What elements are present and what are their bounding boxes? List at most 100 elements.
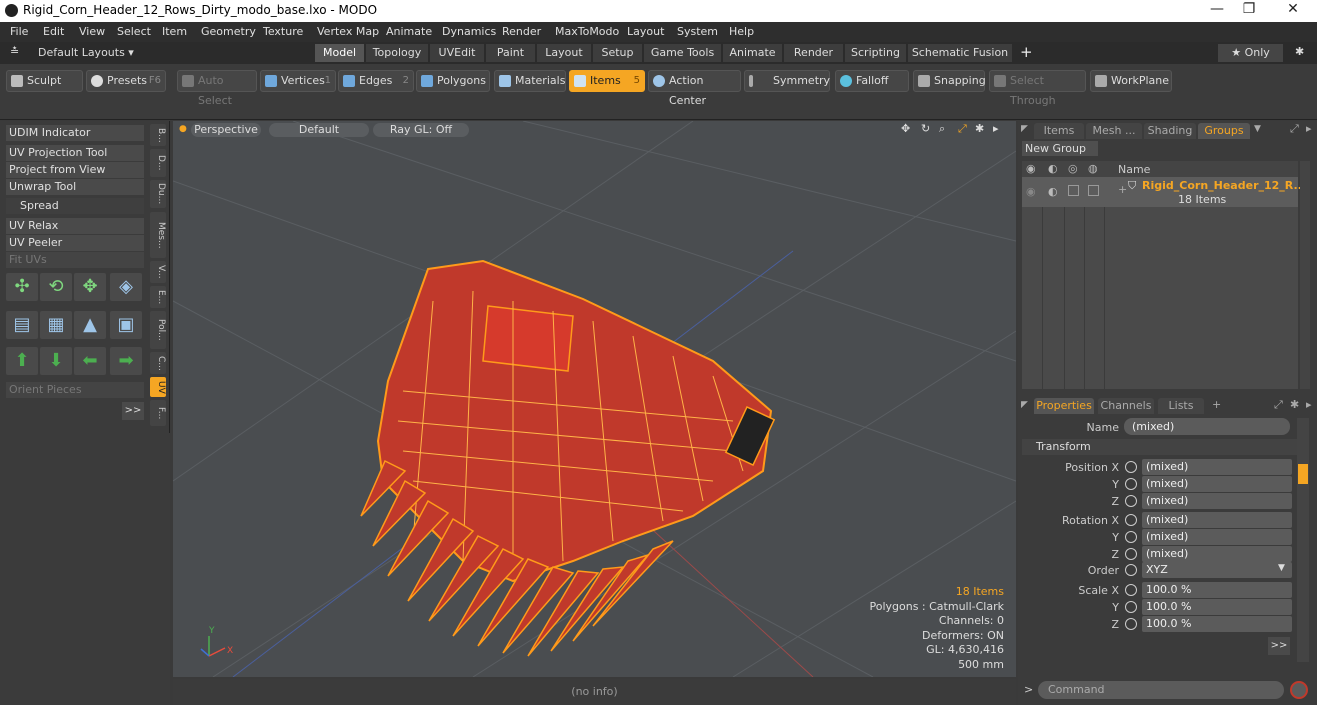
new-group-button[interactable]: New Group — [1022, 141, 1098, 156]
viewport-arrow-icon[interactable]: ▸ — [993, 122, 999, 135]
tab-model[interactable]: Model — [315, 44, 365, 62]
orbit-icon[interactable]: ↻ — [921, 122, 930, 135]
vtab-mesh[interactable]: Mes... — [150, 212, 166, 258]
rotation-y-key[interactable] — [1125, 531, 1137, 543]
group-row[interactable]: ◉ ◐ + ⛉ Rigid_Corn_Header_12_R... 18 Ite… — [1022, 177, 1306, 207]
udim-indicator-button[interactable]: UDIM Indicator — [6, 125, 144, 141]
viewport-menu-dot-icon[interactable]: ● — [179, 124, 187, 134]
uv-peeler-button[interactable]: UV Peeler — [6, 235, 144, 251]
vtab-basic[interactable]: B... — [150, 124, 166, 146]
zoom-icon[interactable]: ⌕ — [939, 122, 945, 136]
align-right-icon[interactable]: ➡ — [110, 347, 142, 375]
items-button[interactable]: Items 5 — [569, 70, 645, 92]
order-dropdown[interactable]: XYZ — [1142, 562, 1292, 578]
project-from-view-button[interactable]: Project from View — [6, 162, 144, 178]
sculpt-button[interactable]: Sculpt — [6, 70, 83, 92]
scale-z-field[interactable]: 100.0 % — [1142, 616, 1292, 632]
uv-rotate-icon[interactable]: ⟲ — [40, 273, 72, 301]
viewport-settings-icon[interactable]: ✱ — [975, 122, 984, 135]
3d-viewport[interactable]: ● Perspective Default Ray GL: Off ✥ ↻ ⌕ … — [173, 121, 1016, 677]
align-left-icon[interactable]: ⬅ — [74, 347, 106, 375]
position-z-field[interactable]: (mixed) — [1142, 493, 1292, 509]
uv-move-icon[interactable]: ✣ — [6, 273, 38, 301]
close-button[interactable]: ✕ — [1278, 1, 1308, 17]
tab-properties[interactable]: Properties — [1034, 398, 1094, 414]
tab-mesh[interactable]: Mesh ... — [1086, 123, 1142, 139]
scale-x-field[interactable]: 100.0 % — [1142, 582, 1292, 598]
vtab-curve[interactable]: C... — [150, 352, 166, 374]
align-down-icon[interactable]: ⬇ — [40, 347, 72, 375]
menu-maxtomodo[interactable]: MaxToModo — [555, 25, 619, 38]
uv-planar-icon[interactable]: ▦ — [40, 311, 72, 339]
falloff-button[interactable]: Falloff — [835, 70, 909, 92]
shading-dropdown[interactable]: Default — [269, 123, 369, 137]
rotation-z-key[interactable] — [1125, 548, 1137, 560]
uv-grid-icon[interactable]: ▲ — [74, 311, 106, 339]
presets-button[interactable]: Presets F6 — [86, 70, 166, 92]
props-side-tabs[interactable] — [1297, 418, 1309, 662]
only-button[interactable]: ★ Only — [1218, 44, 1284, 62]
fit-uvs-button[interactable]: Fit UVs — [6, 252, 144, 268]
menu-view[interactable]: View — [79, 25, 105, 38]
tab-setup[interactable]: Setup — [593, 44, 643, 62]
add-tab-button[interactable]: + — [1020, 43, 1033, 61]
polygons-button[interactable]: Polygons — [416, 70, 490, 92]
uv-cylinder-icon[interactable]: ▤ — [6, 311, 38, 339]
position-y-key[interactable] — [1125, 478, 1137, 490]
groups-scrollbar[interactable] — [1300, 161, 1310, 389]
props-menu-icon[interactable]: ◤ — [1021, 400, 1028, 410]
uv-square-icon[interactable]: ▣ — [110, 311, 142, 339]
maximize-viewport-icon[interactable]: ⤢ — [958, 122, 967, 136]
position-y-field[interactable]: (mixed) — [1142, 476, 1292, 492]
menu-file[interactable]: File — [10, 25, 28, 38]
position-x-key[interactable] — [1125, 461, 1137, 473]
vtab-edge[interactable]: E... — [150, 286, 166, 308]
uv-projection-tool-button[interactable]: UV Projection Tool — [6, 145, 144, 161]
tab-scripting[interactable]: Scripting — [845, 44, 907, 62]
uv-scale-icon[interactable]: ✥ — [74, 273, 106, 301]
group-lock-toggle[interactable] — [1068, 185, 1079, 196]
tabs-dropdown-icon[interactable]: ▼ — [1254, 124, 1261, 134]
order-dropdown-icon[interactable]: ▼ — [1278, 563, 1285, 573]
panel-arrow-icon[interactable]: ▸ — [1306, 122, 1312, 135]
edges-button[interactable]: Edges 2 — [338, 70, 414, 92]
rotation-z-field[interactable]: (mixed) — [1142, 546, 1292, 562]
transform-section[interactable]: Transform — [1022, 439, 1298, 455]
group-visibility-icon[interactable]: ◉ — [1026, 185, 1036, 198]
tab-render[interactable]: Render — [784, 44, 844, 62]
tab-groups[interactable]: Groups — [1198, 123, 1250, 139]
more-tools-button[interactable]: >> — [122, 402, 144, 420]
scale-y-field[interactable]: 100.0 % — [1142, 599, 1292, 615]
menu-texture[interactable]: Texture — [263, 25, 303, 38]
vtab-fusion[interactable]: F... — [150, 400, 166, 426]
tab-topology[interactable]: Topology — [366, 44, 429, 62]
tab-lists[interactable]: Lists — [1158, 398, 1204, 414]
menu-system[interactable]: System — [677, 25, 718, 38]
auto-select-button[interactable]: Auto Select — [177, 70, 257, 107]
group-render-icon[interactable]: ◐ — [1048, 185, 1058, 198]
record-icon[interactable] — [1290, 681, 1308, 699]
materials-button[interactable]: Materials — [494, 70, 566, 92]
name-field[interactable]: (mixed) — [1124, 418, 1290, 435]
layouts-icon[interactable]: ≛ — [10, 45, 19, 58]
vtab-polygon[interactable]: Pol... — [150, 311, 166, 349]
rotation-y-field[interactable]: (mixed) — [1142, 529, 1292, 545]
panel-menu-icon[interactable]: ◤ — [1021, 124, 1028, 134]
menu-edit[interactable]: Edit — [43, 25, 64, 38]
position-z-key[interactable] — [1125, 495, 1137, 507]
props-arrow-icon[interactable]: ▸ — [1306, 398, 1312, 411]
rotation-x-key[interactable] — [1125, 514, 1137, 526]
scale-x-key[interactable] — [1125, 584, 1137, 596]
tab-channels[interactable]: Channels — [1098, 398, 1154, 414]
tab-items[interactable]: Items — [1034, 123, 1084, 139]
snapping-button[interactable]: Snapping — [913, 70, 986, 92]
orient-pieces-button[interactable]: Orient Pieces — [6, 382, 144, 398]
menu-render[interactable]: Render — [502, 25, 541, 38]
tab-animate[interactable]: Animate — [723, 44, 783, 62]
props-side-tab-active[interactable] — [1298, 464, 1308, 484]
menu-select[interactable]: Select — [117, 25, 151, 38]
menu-help[interactable]: Help — [729, 25, 754, 38]
view-type-dropdown[interactable]: Perspective — [191, 123, 261, 137]
vertices-button[interactable]: Vertices 1 — [260, 70, 336, 92]
corn-header-model[interactable] — [360, 259, 776, 657]
